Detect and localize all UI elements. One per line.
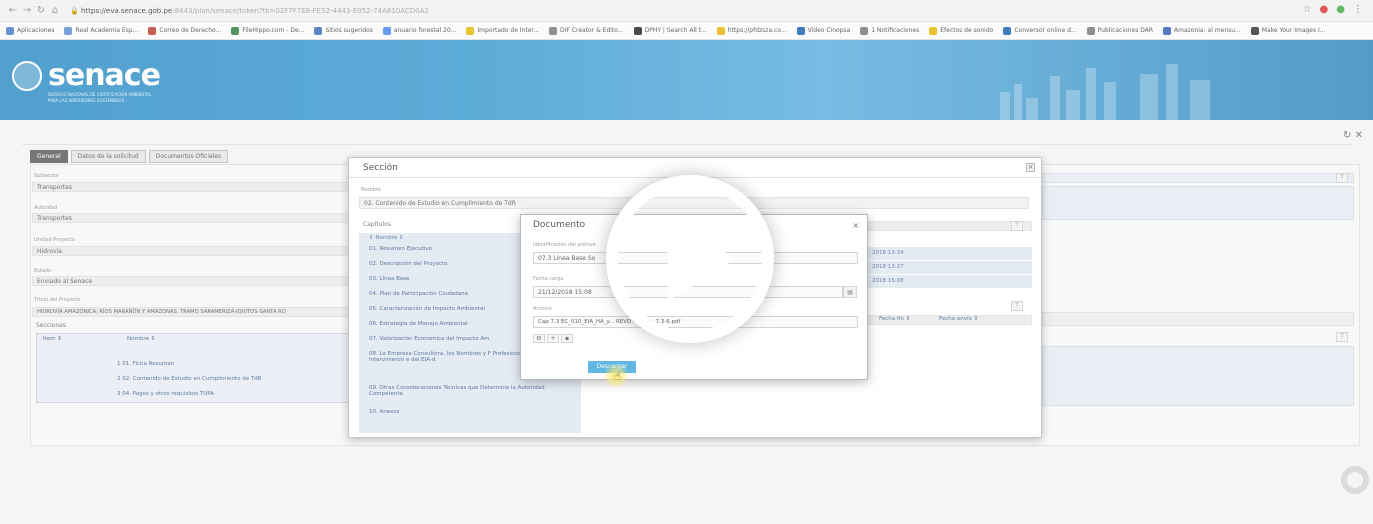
watermark-logo-icon — [1341, 466, 1369, 494]
play-button[interactable] — [606, 175, 774, 343]
play-icon — [668, 217, 736, 301]
